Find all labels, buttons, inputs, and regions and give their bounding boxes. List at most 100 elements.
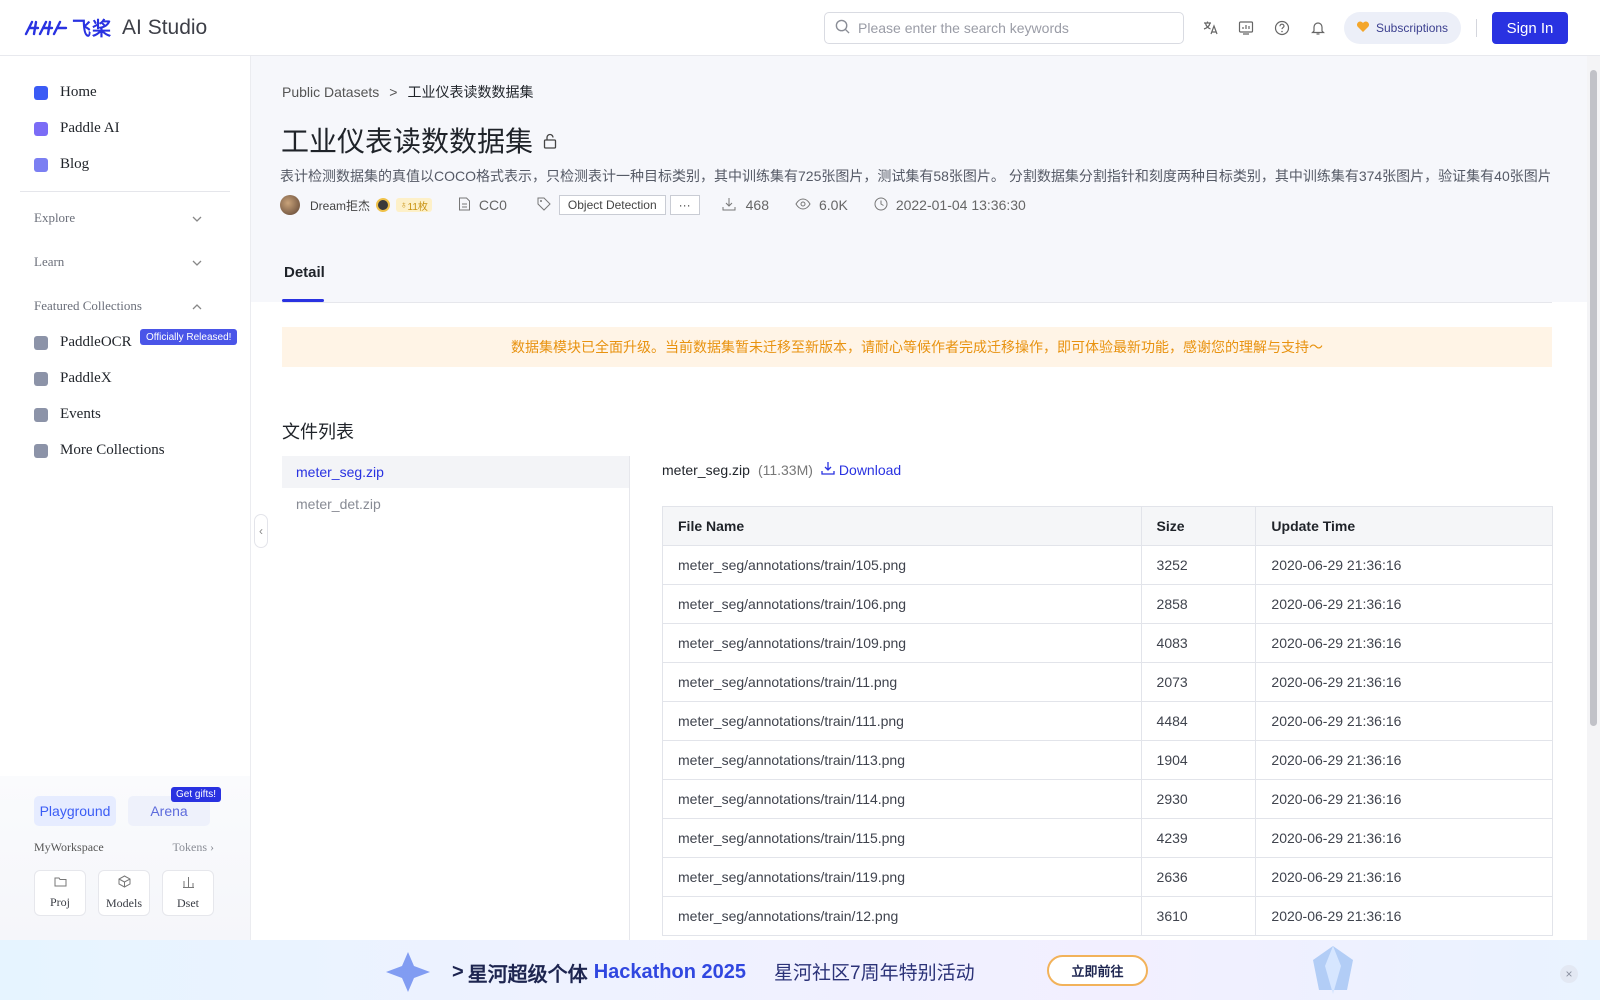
collections-icon: [34, 443, 48, 458]
cell-file-name: meter_seg/annotations/train/113.png: [662, 740, 1142, 780]
sidebar-item-paddleocr[interactable]: PaddleOCR: [34, 334, 132, 351]
bell-icon[interactable]: [1309, 19, 1327, 37]
help-icon[interactable]: [1273, 19, 1291, 37]
crystal-decoration-icon: [1308, 944, 1358, 999]
tags: Object Detection ···: [537, 195, 700, 215]
cell-size: 1904: [1140, 740, 1257, 780]
cell-size: 2930: [1140, 779, 1257, 819]
cell-size: 4239: [1140, 818, 1257, 858]
more-tags-button[interactable]: ···: [669, 195, 700, 215]
table-row: meter_seg/annotations/train/106.png 2858 2…: [662, 584, 1553, 624]
search-box[interactable]: [824, 12, 1184, 44]
section-learn[interactable]: Learn: [34, 254, 202, 270]
cell-size: 3252: [1140, 545, 1257, 585]
banner-prefix: >: [452, 961, 464, 983]
paddle-ai-icon: [34, 121, 48, 136]
breadcrumb-separator: >: [389, 84, 398, 100]
tab-divider: [282, 302, 1552, 303]
unlock-icon: [543, 124, 557, 156]
dataset-meta: Dream拒杰 ♁ 11枚 CC0 Object Detection ··· 46…: [280, 194, 1026, 216]
subscriptions-button[interactable]: Subscriptions: [1344, 12, 1461, 44]
cell-size: 4083: [1140, 623, 1257, 663]
download-button[interactable]: Download: [821, 461, 901, 478]
projects-button[interactable]: Proj: [34, 870, 86, 916]
sidebar-item-blog[interactable]: Blog: [34, 156, 89, 173]
cell-update-time: 2020-06-29 21:36:16: [1255, 545, 1553, 585]
models-button[interactable]: Models: [98, 870, 150, 916]
table-row: meter_seg/annotations/train/12.png 3610 20…: [662, 896, 1553, 936]
section-label: Featured Collections: [34, 298, 142, 313]
subscriptions-label: Subscriptions: [1376, 21, 1449, 35]
table-row: meter_seg/annotations/train/113.png 1904 2…: [662, 740, 1553, 780]
file-item-meter-seg[interactable]: meter_seg.zip: [282, 456, 629, 488]
dashboard-icon[interactable]: [1237, 19, 1255, 37]
chevron-down-icon: [192, 210, 202, 226]
sidebar-item-home[interactable]: Home: [34, 84, 97, 101]
migration-notice: 数据集模块已全面升级。当前数据集暂未迁移至新版本，请耐心等候作者完成迁移操作，即…: [282, 327, 1552, 367]
cell-update-time: 2020-06-29 21:36:16: [1255, 857, 1553, 897]
banner-subtitle: 星河社区7周年特别活动: [774, 963, 975, 984]
sidebar-item-label: Events: [60, 406, 101, 422]
search-input[interactable]: [858, 20, 1158, 36]
sidebar-item-label: Paddle AI: [60, 120, 120, 136]
avatar[interactable]: [280, 195, 300, 215]
datasets-button[interactable]: Dset: [162, 870, 214, 916]
cell-file-name: meter_seg/annotations/train/109.png: [662, 623, 1142, 663]
divider: [20, 191, 230, 192]
dataset-description: 表计检测数据集的真值以COCO格式表示，只检测表计一种目标类别，其中训练集有72…: [280, 168, 1550, 184]
section-label: Explore: [34, 210, 76, 225]
close-icon[interactable]: ×: [1560, 965, 1578, 983]
table-header-row: File Name Size Update Time: [662, 506, 1553, 546]
paddlex-icon: [34, 371, 48, 386]
page-title: 工业仪表读数数据集: [281, 120, 557, 160]
logo[interactable]: 飞桨 AI Studio: [24, 14, 207, 41]
updated-stat: 2022-01-04 13:36:30: [874, 197, 1026, 214]
tokens-link[interactable]: Tokens ›: [173, 840, 215, 855]
breadcrumb-root[interactable]: Public Datasets: [282, 84, 379, 100]
cell-file-name: meter_seg/annotations/train/105.png: [662, 545, 1142, 585]
download-icon: [821, 461, 835, 478]
sign-in-button[interactable]: Sign In: [1492, 12, 1568, 44]
section-explore[interactable]: Explore: [34, 210, 202, 226]
cell-update-time: 2020-06-29 21:36:16: [1255, 779, 1553, 819]
models-label: Models: [106, 896, 142, 910]
tab-detail[interactable]: Detail: [284, 264, 325, 281]
table-row: meter_seg/annotations/train/105.png 3252 2…: [662, 545, 1553, 585]
file-item-meter-det[interactable]: meter_det.zip: [282, 488, 629, 520]
cell-file-name: meter_seg/annotations/train/12.png: [662, 896, 1142, 936]
level-badge-icon: [376, 198, 391, 212]
file-table: File Name Size Update Time meter_seg/ann…: [662, 506, 1553, 936]
cell-size: 2858: [1140, 584, 1257, 624]
cell-update-time: 2020-06-29 21:36:16: [1255, 701, 1553, 741]
heart-badge-icon: [1356, 20, 1370, 37]
cube-icon: [118, 875, 131, 892]
table-row: meter_seg/annotations/train/114.png 2930 2…: [662, 779, 1553, 819]
playground-tab[interactable]: Playground: [34, 796, 116, 826]
tag-icon: [537, 197, 551, 214]
section-featured-collections[interactable]: Featured Collections: [34, 298, 202, 314]
my-workspace-row: MyWorkspace Tokens ›: [34, 840, 214, 855]
sidebar-collapse-button[interactable]: ‹: [254, 514, 268, 548]
sidebar-item-paddle-ai[interactable]: Paddle AI: [34, 120, 120, 137]
coins-badge: ♁ 11枚: [396, 198, 432, 213]
sidebar-item-more-collections[interactable]: More Collections: [34, 442, 165, 459]
coins-count: 11枚: [407, 201, 428, 213]
section-label: Learn: [34, 254, 65, 269]
table-row: meter_seg/annotations/train/111.png 4484 2…: [662, 701, 1553, 741]
file-list: meter_seg.zip meter_det.zip: [282, 456, 630, 940]
translate-icon[interactable]: [1201, 19, 1219, 37]
banner-title: > 星河超级个体 Hackathon 2025: [452, 958, 746, 987]
breadcrumb: Public Datasets > 工业仪表读数数据集: [282, 82, 533, 102]
file-list-heading: 文件列表: [282, 422, 354, 442]
sidebar-item-events[interactable]: Events: [34, 406, 101, 423]
star-decoration-icon: [378, 950, 438, 997]
author-name[interactable]: Dream拒杰: [310, 197, 370, 214]
cell-size: 2636: [1140, 857, 1257, 897]
banner-go-button[interactable]: 立即前往: [1047, 955, 1148, 986]
tokens-label: Tokens: [172, 840, 208, 854]
page-scrollbar[interactable]: [1587, 56, 1600, 940]
scrollbar-thumb[interactable]: [1590, 70, 1597, 726]
tag-object-detection[interactable]: Object Detection: [558, 195, 666, 215]
license-value: CC0: [478, 197, 507, 213]
sidebar-item-paddlex[interactable]: PaddleX: [34, 370, 112, 387]
